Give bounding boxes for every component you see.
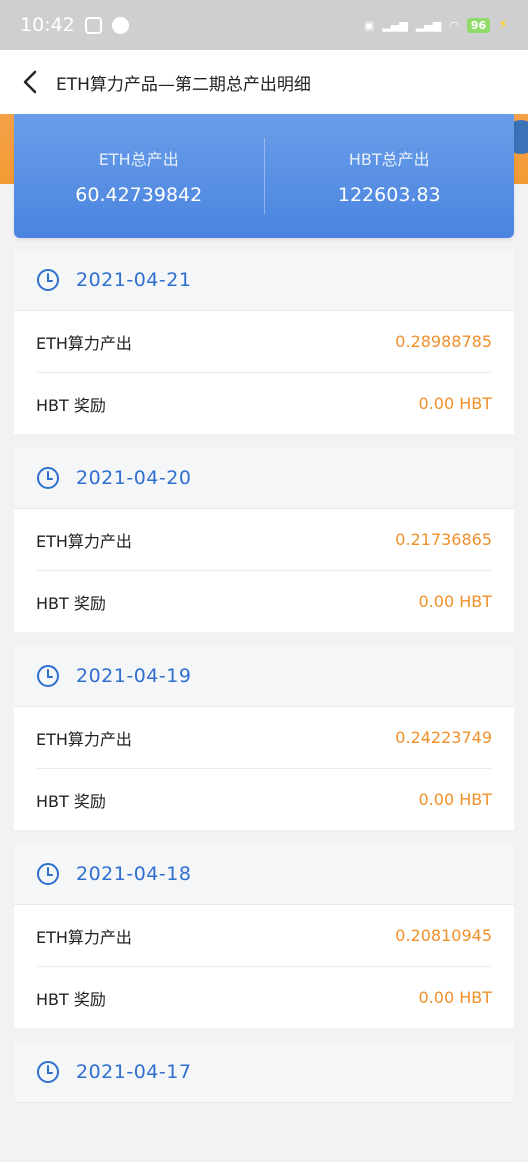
hbt-reward-row: HBT 奖励 0.00 HBT [36, 966, 492, 1028]
eth-total-value: 60.42739842 [75, 184, 203, 206]
hbt-reward-value: 0.00 HBT [418, 394, 493, 413]
eth-output-row: ETH算力产出 0.20810945 [36, 905, 492, 966]
page-title: ETH算力产品—第二期总产出明细 [56, 74, 311, 95]
day-date: 2021-04-20 [76, 467, 192, 489]
day-header: 2021-04-19 [14, 646, 514, 707]
hbt-reward-value: 0.00 HBT [418, 790, 493, 809]
hbt-reward-row: HBT 奖励 0.00 HBT [36, 570, 492, 632]
signal-4g-icon: ▂▄▆ [415, 18, 442, 32]
hd-icon: ▣ [364, 18, 375, 32]
clock-icon [36, 466, 60, 490]
signal-5g-icon: ▂▄▆ [382, 18, 408, 32]
status-bar: 10:42 ▣ ▂▄▆ ▂▄▆ ◠ 96 ⚡ [0, 0, 528, 50]
day-card: 2021-04-21 ETH算力产出 0.28988785 HBT 奖励 0.0… [14, 250, 514, 434]
hbt-total-value: 122603.83 [337, 184, 441, 206]
day-card: 2021-04-20 ETH算力产出 0.21736865 HBT 奖励 0.0… [14, 448, 514, 632]
app-notification-icon [111, 16, 129, 34]
clock-icon [36, 664, 60, 688]
hbt-reward-label: HBT 奖励 [36, 791, 106, 811]
eth-total-block: ETH总产出 60.42739842 [14, 114, 264, 238]
notification-icon [84, 16, 102, 34]
eth-output-value: 0.28988785 [395, 332, 492, 351]
day-card: 2021-04-17 [14, 1042, 514, 1103]
day-date: 2021-04-21 [76, 269, 192, 291]
day-card: 2021-04-19 ETH算力产出 0.24223749 HBT 奖励 0.0… [14, 646, 514, 830]
hbt-reward-row: HBT 奖励 0.00 HBT [36, 768, 492, 830]
hbt-reward-value: 0.00 HBT [418, 592, 493, 611]
clock-icon [36, 268, 60, 292]
eth-output-label: ETH算力产出 [36, 531, 132, 551]
daily-output-list[interactable]: 2021-04-21 ETH算力产出 0.28988785 HBT 奖励 0.0… [14, 250, 514, 1117]
hbt-reward-value: 0.00 HBT [418, 988, 493, 1007]
charging-icon: ⚡ [498, 17, 508, 33]
eth-output-value: 0.21736865 [395, 530, 492, 549]
nav-bar: ETH算力产品—第二期总产出明细 [0, 50, 528, 114]
eth-output-row: ETH算力产出 0.21736865 [36, 509, 492, 570]
eth-output-label: ETH算力产出 [36, 729, 132, 749]
hbt-reward-label: HBT 奖励 [36, 395, 106, 415]
eth-output-row: ETH算力产出 0.24223749 [36, 707, 492, 768]
eth-output-row: ETH算力产出 0.28988785 [36, 311, 492, 372]
day-date: 2021-04-19 [76, 665, 192, 687]
day-header: 2021-04-20 [14, 448, 514, 509]
summary-card: ETH总产出 60.42739842 HBT总产出 122603.83 [14, 114, 514, 238]
clock-icon [36, 862, 60, 886]
hbt-total-block: HBT总产出 122603.83 [265, 114, 515, 238]
eth-output-value: 0.20810945 [395, 926, 492, 945]
clock-icon [36, 1060, 60, 1084]
back-button[interactable] [10, 62, 50, 102]
battery-icon: 96 [466, 17, 491, 33]
wifi-icon: ◠ [449, 18, 459, 32]
hbt-reward-label: HBT 奖励 [36, 989, 106, 1009]
eth-output-value: 0.24223749 [395, 728, 492, 747]
day-date: 2021-04-18 [76, 863, 192, 885]
day-header: 2021-04-17 [14, 1042, 514, 1103]
day-date: 2021-04-17 [76, 1061, 192, 1083]
day-header: 2021-04-18 [14, 844, 514, 905]
eth-output-label: ETH算力产出 [36, 333, 132, 353]
eth-total-label: ETH总产出 [98, 150, 179, 169]
day-card: 2021-04-18 ETH算力产出 0.20810945 HBT 奖励 0.0… [14, 844, 514, 1028]
hbt-reward-row: HBT 奖励 0.00 HBT [36, 372, 492, 434]
status-time: 10:42 [20, 14, 75, 36]
eth-output-label: ETH算力产出 [36, 927, 132, 947]
hbt-reward-label: HBT 奖励 [36, 593, 106, 613]
day-header: 2021-04-21 [14, 250, 514, 311]
chevron-left-icon [23, 70, 37, 94]
hbt-total-label: HBT总产出 [348, 150, 430, 169]
